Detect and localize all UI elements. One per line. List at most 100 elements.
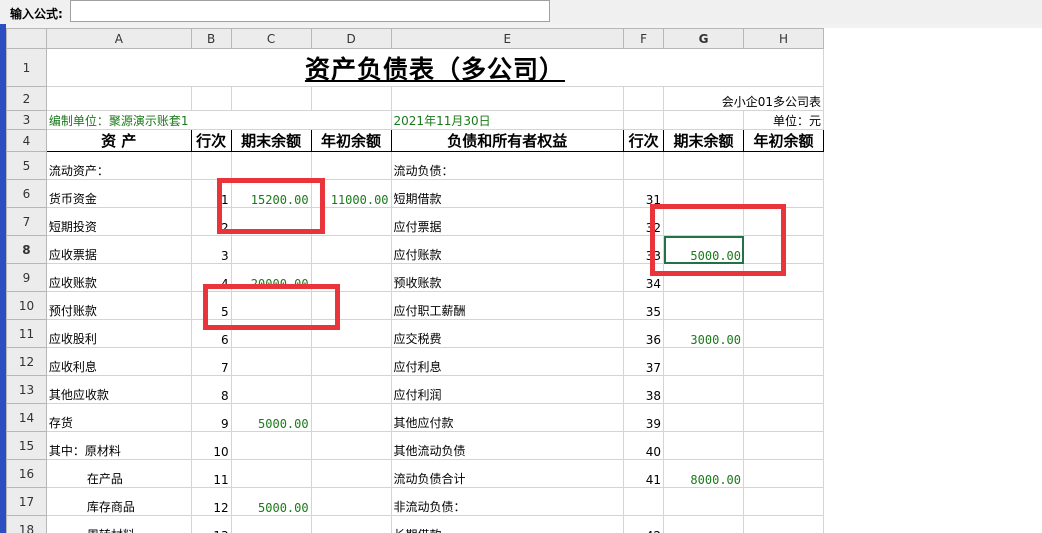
cell[interactable] (310, 86, 392, 111)
row-header[interactable]: 18 (6, 515, 47, 533)
cell-b[interactable]: 11 (190, 459, 232, 488)
cell-c[interactable]: 5000.00 (230, 487, 312, 516)
header-closing-balance-2[interactable]: 期末余额 (663, 129, 744, 152)
cell-c[interactable] (230, 515, 312, 533)
cell-a[interactable]: 周转材料 (45, 515, 192, 533)
cell-f[interactable]: 35 (623, 291, 665, 320)
row-header[interactable]: 13 (6, 375, 47, 404)
column-header-g[interactable]: G (663, 28, 744, 49)
cell-d[interactable] (310, 487, 392, 516)
cell-a[interactable]: 存货 (45, 403, 192, 432)
cell-h[interactable] (743, 319, 824, 348)
cell-e[interactable]: 流动负债合计 (390, 459, 625, 488)
cell-g[interactable]: 8000.00 (663, 459, 744, 488)
cell-a[interactable]: 库存商品 (45, 487, 192, 516)
cell-c[interactable] (230, 151, 312, 180)
unit-cell[interactable]: 单位：元 (743, 110, 824, 130)
row-header[interactable]: 7 (6, 207, 47, 236)
cell[interactable] (190, 86, 232, 111)
cell-b[interactable]: 10 (190, 431, 232, 460)
cell-f[interactable]: 39 (623, 403, 665, 432)
cell-b[interactable]: 3 (190, 235, 232, 264)
cell-b[interactable]: 8 (190, 375, 232, 404)
cell-g[interactable] (663, 515, 744, 533)
cell-g[interactable] (663, 375, 744, 404)
cell-g[interactable]: 3000.00 (663, 319, 744, 348)
header-closing-balance[interactable]: 期末余额 (230, 129, 312, 152)
header-liabilities-equity[interactable]: 负债和所有者权益 (390, 129, 625, 152)
cell[interactable] (230, 86, 312, 111)
cell-e[interactable]: 预收账款 (390, 263, 625, 292)
sheet-title[interactable]: 资产负债表（多公司） (45, 48, 824, 87)
column-header-d[interactable]: D (310, 28, 392, 49)
cell-e[interactable]: 其他应付款 (390, 403, 625, 432)
row-header[interactable]: 1 (6, 48, 47, 87)
column-header-h[interactable]: H (743, 28, 824, 49)
cell-d[interactable] (310, 403, 392, 432)
cell[interactable] (623, 86, 665, 111)
row-header[interactable]: 11 (6, 319, 47, 348)
cell-e[interactable]: 非流动负债： (390, 487, 625, 516)
cell[interactable] (45, 86, 192, 111)
cell-f[interactable]: 36 (623, 319, 665, 348)
cell-h[interactable] (743, 515, 824, 533)
cell-h[interactable] (743, 347, 824, 376)
cell-f[interactable] (623, 487, 665, 516)
row-header[interactable]: 17 (6, 487, 47, 516)
cell-f[interactable]: 42 (623, 515, 665, 533)
cell-e[interactable]: 应付利息 (390, 347, 625, 376)
header-assets[interactable]: 资 产 (45, 129, 192, 152)
cell-e[interactable]: 长期借款 (390, 515, 625, 533)
cell-d[interactable] (310, 151, 392, 180)
select-all-corner[interactable] (6, 28, 47, 49)
cell-e[interactable]: 应付职工薪酬 (390, 291, 625, 320)
cell-c[interactable] (230, 459, 312, 488)
cell-h[interactable] (743, 151, 824, 180)
cell-a[interactable]: 在产品 (45, 459, 192, 488)
cell-c[interactable] (230, 235, 312, 264)
cell-g[interactable] (663, 487, 744, 516)
column-header-c[interactable]: C (230, 28, 312, 49)
cell-e[interactable]: 应付票据 (390, 207, 625, 236)
column-header-e[interactable]: E (390, 28, 625, 49)
date-cell[interactable]: 2021年11月30日 (390, 110, 625, 130)
cell-a[interactable]: 应收利息 (45, 347, 192, 376)
cell-h[interactable] (743, 431, 824, 460)
cell-g[interactable] (663, 151, 744, 180)
cell-b[interactable]: 13 (190, 515, 232, 533)
cell-a[interactable]: 其中：原材料 (45, 431, 192, 460)
cell-a[interactable]: 应收账款 (45, 263, 192, 292)
header-line-no[interactable]: 行次 (190, 129, 232, 152)
cell-a[interactable]: 流动资产： (45, 151, 192, 180)
cell-a[interactable]: 应收票据 (45, 235, 192, 264)
column-header-b[interactable]: B (190, 28, 232, 49)
cell-g[interactable] (663, 431, 744, 460)
cell-g[interactable] (663, 403, 744, 432)
cell-b[interactable] (190, 151, 232, 180)
cell-f[interactable] (623, 151, 665, 180)
cell-c[interactable] (230, 347, 312, 376)
cell-h[interactable] (743, 375, 824, 404)
cell-d[interactable] (310, 431, 392, 460)
row-header[interactable]: 5 (6, 151, 47, 180)
row-header[interactable]: 3 (6, 110, 47, 130)
cell-c[interactable] (230, 375, 312, 404)
column-header-a[interactable]: A (45, 28, 192, 49)
cell-d[interactable] (310, 235, 392, 264)
header-opening-balance[interactable]: 年初余额 (310, 129, 392, 152)
row-header[interactable]: 14 (6, 403, 47, 432)
cell-g[interactable] (663, 347, 744, 376)
row-header[interactable]: 9 (6, 263, 47, 292)
cell-e[interactable]: 应付利润 (390, 375, 625, 404)
cell-d[interactable] (310, 515, 392, 533)
cell-b[interactable]: 9 (190, 403, 232, 432)
cell-g[interactable] (663, 291, 744, 320)
cell-a[interactable]: 货币资金 (45, 179, 192, 208)
cell-h[interactable] (743, 459, 824, 488)
cell-c[interactable]: 5000.00 (230, 403, 312, 432)
row-header[interactable]: 4 (6, 129, 47, 152)
cell-e[interactable]: 短期借款 (390, 179, 625, 208)
cell-c[interactable] (230, 431, 312, 460)
row-header[interactable]: 16 (6, 459, 47, 488)
row-header[interactable]: 12 (6, 347, 47, 376)
